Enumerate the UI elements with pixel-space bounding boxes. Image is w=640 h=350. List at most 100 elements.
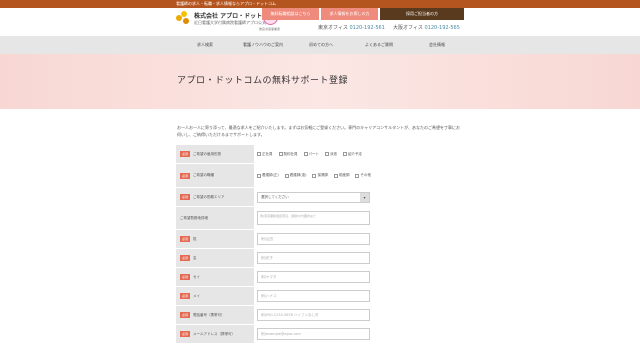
- site-header: 株式会社 アプロ・ドットコム 近日看護大学付属病院看護師アプロ公式 優良派遣事業…: [0, 8, 640, 36]
- field-value: 例)東京都新宿区周辺、通勤30分圏内など: [254, 207, 464, 229]
- field-label: 必須 セイ: [176, 268, 254, 286]
- checkbox-icon[interactable]: [312, 173, 317, 178]
- checkbox-label: 派遣: [330, 151, 337, 156]
- field-value: 正社員 契約社員 パート 派遣 紹介予定: [254, 145, 464, 163]
- checkbox-option[interactable]: 契約社員: [278, 151, 298, 157]
- job-search-button[interactable]: 求人情報をお探しの方: [321, 8, 378, 20]
- field-label-text: メールアドレス（携帯可）: [193, 331, 236, 336]
- checkbox-option[interactable]: 正社員: [257, 152, 273, 157]
- checkbox-label: 保健師: [317, 173, 328, 177]
- location-textarea[interactable]: 例)東京都新宿区周辺、通勤30分圏内など: [257, 211, 370, 225]
- nav-item-0[interactable]: 求人検索: [176, 36, 234, 54]
- checkbox-icon[interactable]: [355, 173, 360, 178]
- field-label: 必須 メイ: [176, 287, 254, 305]
- form-row: 必須 セイ 例)ヤマダ: [176, 268, 464, 287]
- checkbox-option[interactable]: 看護師(准): [284, 173, 307, 178]
- form-row: ご希望勤務地詳細 例)東京都新宿区周辺、通勤30分圏内など: [176, 207, 464, 230]
- required-badge: 必須: [180, 194, 191, 200]
- field-value: 例)花子: [254, 249, 464, 267]
- phone-tokyo[interactable]: 東京オフィス 0120-192-561: [318, 24, 385, 31]
- chevron-down-icon[interactable]: ▾: [360, 192, 369, 202]
- nav-item-4[interactable]: 会社情報: [408, 36, 466, 54]
- checkbox-label: パート: [308, 151, 320, 156]
- field-label: 必須 電話番号（携帯可）: [176, 306, 254, 324]
- text-input[interactable]: 例)090-1234-5678 ハイフンなし可: [257, 309, 370, 321]
- register-button[interactable]: 無料転職相談はこちら: [262, 8, 319, 20]
- area-select[interactable]: 選択してください ▾: [257, 191, 370, 203]
- field-value: 例)ヤマダ: [254, 268, 464, 286]
- checkbox-icon[interactable]: [343, 152, 347, 156]
- checkbox-label: 紹介予定: [348, 151, 362, 156]
- field-value: 看護師(正) 看護師(准) 保健師 助産師 その他: [254, 164, 464, 187]
- form-row: 必須 ご希望の勤務エリア 選択してください ▾: [176, 188, 464, 207]
- checkbox-label: 助産師: [338, 173, 350, 177]
- checkbox-icon[interactable]: [257, 173, 261, 178]
- field-label-text: ご希望の勤務エリア: [193, 194, 225, 199]
- form-row: 必須名例)花子: [176, 249, 464, 268]
- logo-subtitle: 近日看護大学付属病院看護師アプロ公式: [194, 20, 266, 25]
- field-label: 必須 ご希望の職種: [176, 164, 254, 187]
- form-row: 必須 メールアドレス（携帯可） 例)example@apro.com: [176, 325, 464, 344]
- badge-label: 優良派遣事業者: [259, 27, 281, 31]
- checkbox-option[interactable]: 派遣: [325, 152, 337, 157]
- form-row: 必須 電話番号（携帯可） 例)090-1234-5678 ハイフンなし可: [176, 306, 464, 325]
- text-input[interactable]: 例)山田: [257, 233, 370, 245]
- phone-osaka[interactable]: 大阪オフィス 0120-192-565: [393, 24, 460, 31]
- field-label-text: ご希望勤務地詳細: [180, 215, 208, 220]
- field-label-text: 姓: [193, 236, 197, 241]
- checkbox-icon[interactable]: [333, 173, 338, 178]
- checkbox-icon[interactable]: [257, 152, 261, 156]
- logo-icon[interactable]: [176, 11, 190, 25]
- checkbox-icon[interactable]: [278, 152, 283, 156]
- field-label-text: セイ: [193, 274, 201, 279]
- checkbox-icon[interactable]: [284, 173, 289, 178]
- field-label: 必須 ご希望の雇用形態: [176, 145, 254, 163]
- nav-item-3[interactable]: よくあるご質問: [350, 36, 408, 54]
- required-badge: 必須: [180, 151, 191, 157]
- field-label-text: メイ: [193, 293, 201, 298]
- field-value: 選択してください ▾: [254, 188, 464, 206]
- phone-osaka-number[interactable]: 0120-192-565: [425, 25, 460, 31]
- checkbox-label: 看護師(准): [289, 173, 307, 177]
- field-label: 必須 ご希望の勤務エリア: [176, 188, 254, 206]
- checkbox-label: その他: [360, 173, 371, 177]
- field-label: 必須名: [176, 249, 254, 267]
- checkbox-option[interactable]: 保健師: [312, 173, 328, 178]
- intro-text: お一人お一人に寄り添って、最適な求人をご紹介いたします。まずはお気軽にご登録くだ…: [177, 125, 461, 137]
- field-value: 例)example@apro.com: [254, 325, 464, 343]
- text-input[interactable]: 例)example@apro.com: [257, 328, 370, 340]
- topbar: 看護師の求人・転職・求人情報ならアプロ・ドットコム: [0, 0, 640, 8]
- registration-form: 必須 ご希望の雇用形態 正社員 契約社員 パート 派遣 紹介予定 必須 ご希望の職種 看護師(正)…: [176, 145, 464, 344]
- company-button[interactable]: 採用ご担当者の方: [380, 8, 464, 20]
- field-value: 例)山田: [254, 230, 464, 248]
- phone-tokyo-label: 東京オフィス: [318, 25, 348, 31]
- field-label-text: ご希望の雇用形態: [193, 151, 222, 156]
- phone-osaka-label: 大阪オフィス: [393, 25, 423, 31]
- checkbox-label: 正社員: [262, 151, 273, 156]
- required-badge: 必須: [180, 236, 191, 242]
- text-input[interactable]: 例)花子: [257, 252, 370, 264]
- text-input[interactable]: 例)ハナコ: [257, 290, 370, 302]
- checkbox-option[interactable]: その他: [355, 173, 371, 178]
- nav-item-2[interactable]: 初めての方へ: [292, 36, 350, 54]
- required-badge: 必須: [180, 331, 191, 337]
- checkbox-option[interactable]: 助産師: [333, 173, 350, 178]
- checkbox-option[interactable]: 看護師(正): [257, 173, 279, 178]
- phone-tokyo-number[interactable]: 0120-192-561: [350, 25, 385, 31]
- field-label-text: 名: [193, 255, 197, 260]
- page-title: アプロ・ドットコムの無料サポート登録: [177, 76, 349, 86]
- field-label-text: ご希望の職種: [193, 173, 215, 177]
- form-row: 必須 ご希望の雇用形態 正社員 契約社員 パート 派遣 紹介予定: [176, 145, 464, 164]
- nav-item-1[interactable]: 看護ノウハウのご案内: [234, 36, 292, 54]
- checkbox-icon[interactable]: [325, 152, 329, 156]
- checkbox-option[interactable]: パート: [303, 151, 320, 157]
- text-input[interactable]: 例)ヤマダ: [257, 271, 370, 283]
- field-label: 必須姓: [176, 230, 254, 248]
- form-row: 必須 メイ 例)ハナコ: [176, 287, 464, 306]
- checkbox-option[interactable]: 紹介予定: [343, 152, 362, 157]
- checkbox-icon[interactable]: [303, 152, 308, 156]
- checkbox-label: 契約社員: [283, 151, 298, 156]
- field-label-text: 電話番号（携帯可）: [193, 312, 225, 317]
- required-badge: 必須: [180, 293, 191, 299]
- field-value: 例)090-1234-5678 ハイフンなし可: [254, 306, 464, 324]
